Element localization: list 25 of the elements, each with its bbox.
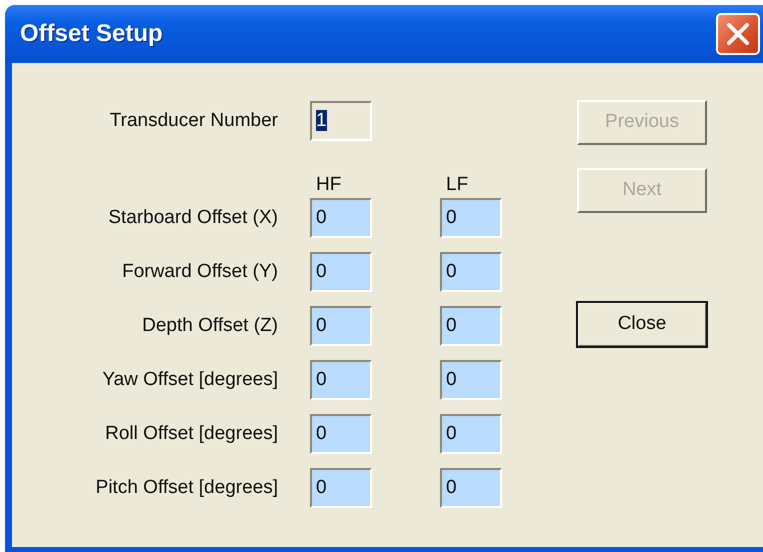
field-label: Transducer Number	[108, 108, 278, 133]
input-field[interactable]: 0	[440, 414, 502, 454]
close-icon[interactable]	[716, 13, 760, 55]
input-field[interactable]: 0	[440, 306, 502, 346]
input-field[interactable]: 0	[310, 306, 372, 346]
input-field[interactable]: 0	[440, 198, 502, 238]
field-label: Depth Offset (Z)	[141, 314, 278, 338]
field-label: Pitch Offset [degrees]	[94, 476, 278, 500]
input-field[interactable]: 0	[310, 252, 372, 292]
field-label: Starboard Offset (X)	[107, 206, 278, 230]
input-field[interactable]: 0	[440, 360, 502, 400]
field-label: Yaw Offset [degrees]	[101, 368, 278, 392]
input-field[interactable]: 0	[310, 360, 372, 400]
input-field[interactable]: 0	[310, 414, 372, 454]
field-label: Roll Offset [degrees]	[104, 422, 278, 446]
column-header: HF	[315, 172, 342, 197]
close-button[interactable]: Close	[577, 302, 707, 347]
input-field[interactable]: 0	[310, 198, 372, 238]
input-field[interactable]: 0	[440, 252, 502, 292]
field-label: Forward Offset (Y)	[121, 260, 278, 284]
transducer-number-field[interactable]: 1	[310, 101, 372, 141]
input-field[interactable]: 0	[440, 468, 502, 508]
input-field[interactable]: 0	[310, 468, 372, 508]
window-title: Offset Setup	[20, 19, 163, 49]
column-header: LF	[445, 172, 470, 197]
